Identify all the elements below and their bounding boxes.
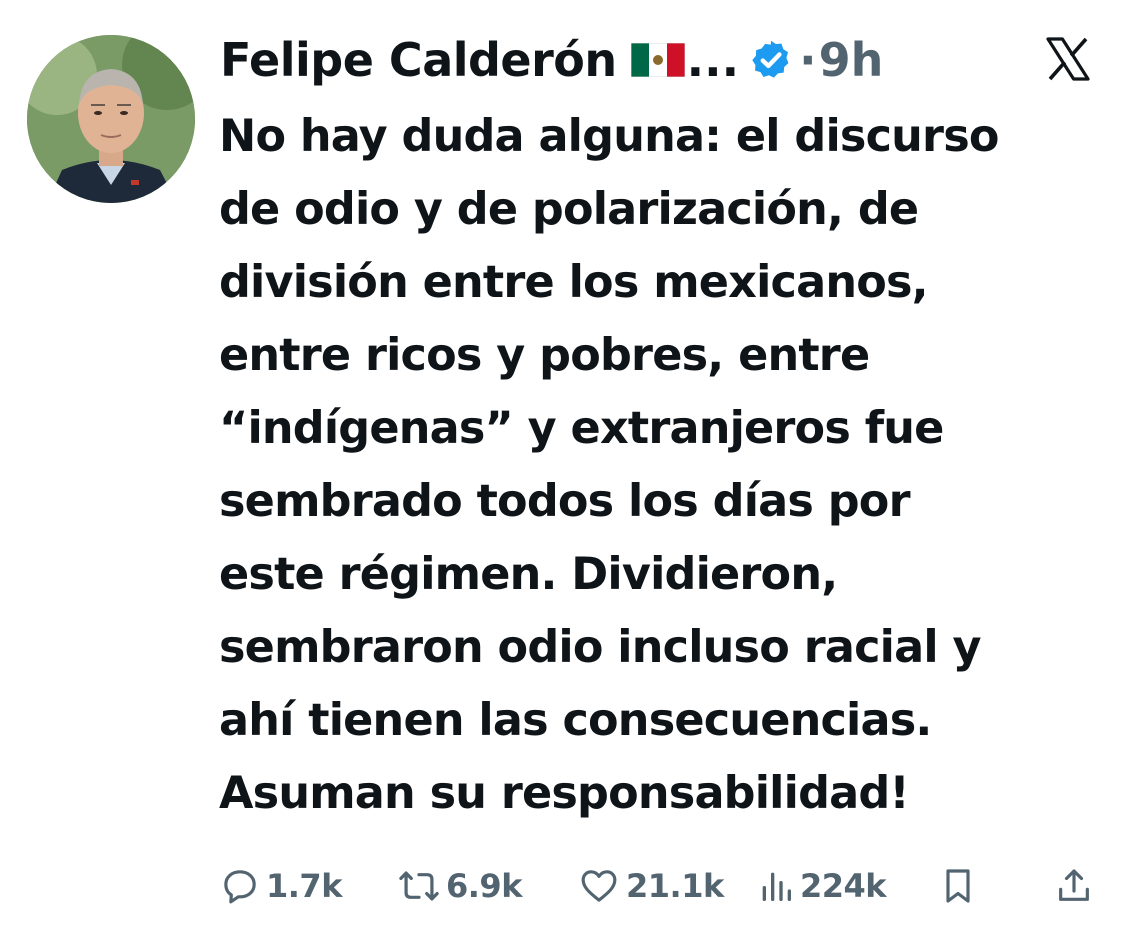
timestamp[interactable]: 9h: [819, 33, 884, 87]
reply-button[interactable]: 1.7k: [220, 862, 342, 910]
x-logo-icon: [1046, 37, 1090, 81]
repost-button[interactable]: 6.9k: [398, 862, 522, 910]
verified-badge-icon[interactable]: [749, 38, 793, 82]
name-truncation: ...: [686, 33, 740, 87]
views-count: 224k: [800, 867, 887, 905]
avatar-photo: [27, 35, 195, 203]
views-icon: [762, 872, 791, 901]
repost-icon: [399, 871, 439, 901]
heart-icon: [581, 870, 617, 902]
share-icon: [1059, 869, 1089, 901]
reply-count: 1.7k: [266, 867, 342, 905]
share-button[interactable]: [1054, 862, 1094, 910]
tweet-header: Felipe Calderón ... · 9h: [220, 28, 1020, 92]
separator-dot: ·: [799, 33, 817, 87]
bookmark-icon: [946, 869, 970, 903]
like-button[interactable]: 21.1k: [578, 862, 724, 910]
reply-icon: [224, 870, 256, 904]
tweet-actions: 1.7k 6.9k 21.1k 224k: [220, 862, 1100, 910]
like-count: 21.1k: [626, 867, 724, 905]
tweet-text: No hay duda alguna: el discurso de odio …: [219, 111, 999, 819]
author-name[interactable]: Felipe Calderón: [220, 33, 617, 87]
mexico-flag-icon: [630, 43, 685, 77]
avatar[interactable]: [27, 35, 195, 203]
repost-count: 6.9k: [446, 867, 522, 905]
views-button[interactable]: 224k: [758, 862, 887, 910]
bookmark-button[interactable]: [938, 862, 978, 910]
